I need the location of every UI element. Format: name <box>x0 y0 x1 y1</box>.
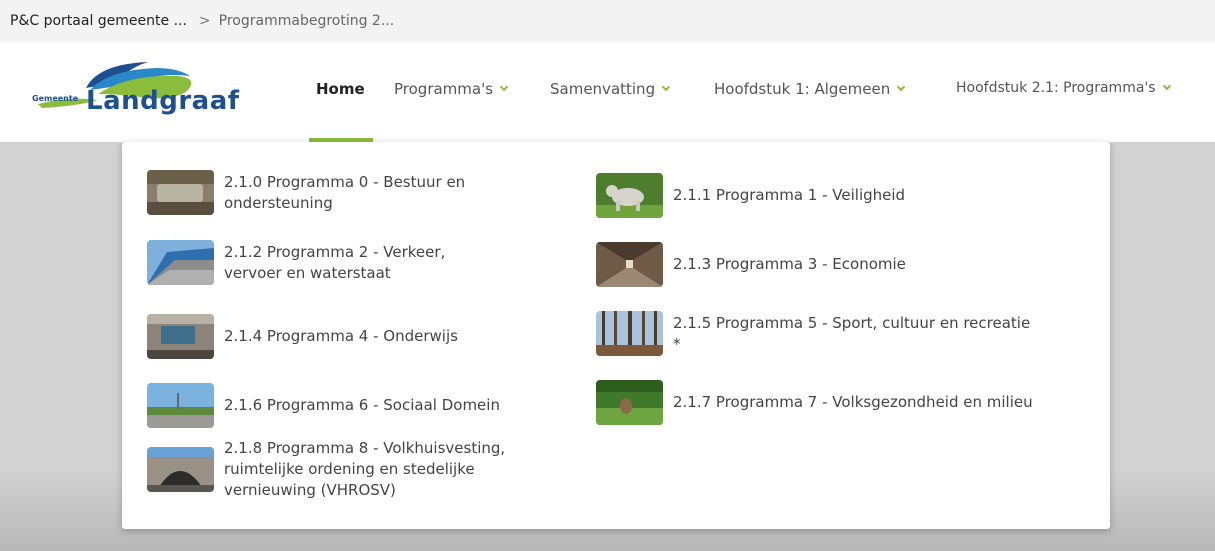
landgraaf-logo[interactable]: Gemeente Landgraaf <box>28 60 240 130</box>
menu-item-label: 2.1.5 Programma 5 - Sport, cultuur en re… <box>673 313 1031 353</box>
menu-item-programma-1[interactable]: 2.1.1 Programma 1 - Veiligheid <box>596 173 1036 218</box>
meadow-animal-photo-icon <box>596 380 663 425</box>
programmas-dropdown-menu: 2.1.0 Programma 0 - Bestuur en ondersteu… <box>122 142 1110 529</box>
menu-item-label: 2.1.2 Programma 2 - Verkeer, vervoer en … <box>224 242 446 282</box>
site-header: Gemeente Landgraaf Home Programma's Same… <box>0 42 1215 142</box>
bench-photo-icon <box>147 170 214 215</box>
forest-photo-icon <box>596 311 663 356</box>
logo-small-text: Gemeente <box>32 94 79 103</box>
menu-item-programma-3[interactable]: 2.1.3 Programma 3 - Economie <box>596 242 1036 287</box>
menu-item-label: 2.1.4 Programma 4 - Onderwijs <box>224 327 458 345</box>
menu-item-programma-5[interactable]: 2.1.5 Programma 5 - Sport, cultuur en re… <box>596 311 1036 356</box>
menu-item-programma-0[interactable]: 2.1.0 Programma 0 - Bestuur en ondersteu… <box>147 170 507 215</box>
breadcrumb: P&C portaal gemeente ... > Programmabegr… <box>0 0 1215 42</box>
menu-item-label: 2.1.1 Programma 1 - Veiligheid <box>673 186 906 204</box>
park-square-photo-icon <box>147 383 214 428</box>
menu-item-label: 2.1.0 Programma 0 - Bestuur en ondersteu… <box>224 172 466 212</box>
nav-item-label: Hoofdstuk 2.1: Programma's <box>956 80 1156 96</box>
breadcrumb-current[interactable]: Programmabegroting 2... <box>219 13 395 29</box>
breadcrumb-root-link[interactable]: P&C portaal gemeente ... <box>10 13 187 29</box>
nav-item-hoofdstuk-2-1[interactable]: Hoofdstuk 2.1: Programma's <box>956 80 1171 96</box>
menu-item-programma-8[interactable]: 2.1.8 Programma 8 - Volkhuisvesting, rui… <box>147 438 527 501</box>
breadcrumb-separator: > <box>198 13 211 29</box>
nav-item-label: Samenvatting <box>550 80 656 98</box>
nav-item-home[interactable]: Home <box>316 80 365 98</box>
nav-item-label: Home <box>316 80 365 98</box>
logo-large-text: Landgraaf <box>86 86 240 116</box>
dog-statue-photo-icon <box>596 173 663 218</box>
school-building-photo-icon <box>147 314 214 359</box>
nav-item-hoofdstuk-1[interactable]: Hoofdstuk 1: Algemeen <box>714 80 906 98</box>
menu-item-label: 2.1.6 Programma 6 - Sociaal Domein <box>224 396 500 414</box>
menu-item-label: 2.1.7 Programma 7 - Volksgezondheid en m… <box>673 393 1033 411</box>
chevron-down-icon <box>1162 81 1171 91</box>
menu-item-label: 2.1.3 Programma 3 - Economie <box>673 255 906 273</box>
nav-item-label: Hoofdstuk 1: Algemeen <box>714 80 891 98</box>
tunnel-road-photo-icon <box>147 240 214 285</box>
bridge-tunnel-photo-icon <box>147 447 214 492</box>
menu-item-programma-7[interactable]: 2.1.7 Programma 7 - Volksgezondheid en m… <box>596 380 1036 425</box>
menu-item-programma-2[interactable]: 2.1.2 Programma 2 - Verkeer, vervoer en … <box>147 240 507 285</box>
nav-item-samenvatting[interactable]: Samenvatting <box>550 80 671 98</box>
menu-item-label: 2.1.8 Programma 8 - Volkhuisvesting, rui… <box>224 439 506 499</box>
nav-item-programmas[interactable]: Programma's <box>394 80 509 98</box>
shopping-arcade-photo-icon <box>596 242 663 287</box>
chevron-down-icon <box>661 82 671 92</box>
nav-item-label: Programma's <box>394 80 494 98</box>
menu-item-programma-4[interactable]: 2.1.4 Programma 4 - Onderwijs <box>147 314 507 359</box>
chevron-down-icon <box>499 82 509 92</box>
menu-item-programma-6[interactable]: 2.1.6 Programma 6 - Sociaal Domein <box>147 383 507 428</box>
chevron-down-icon <box>896 82 906 92</box>
